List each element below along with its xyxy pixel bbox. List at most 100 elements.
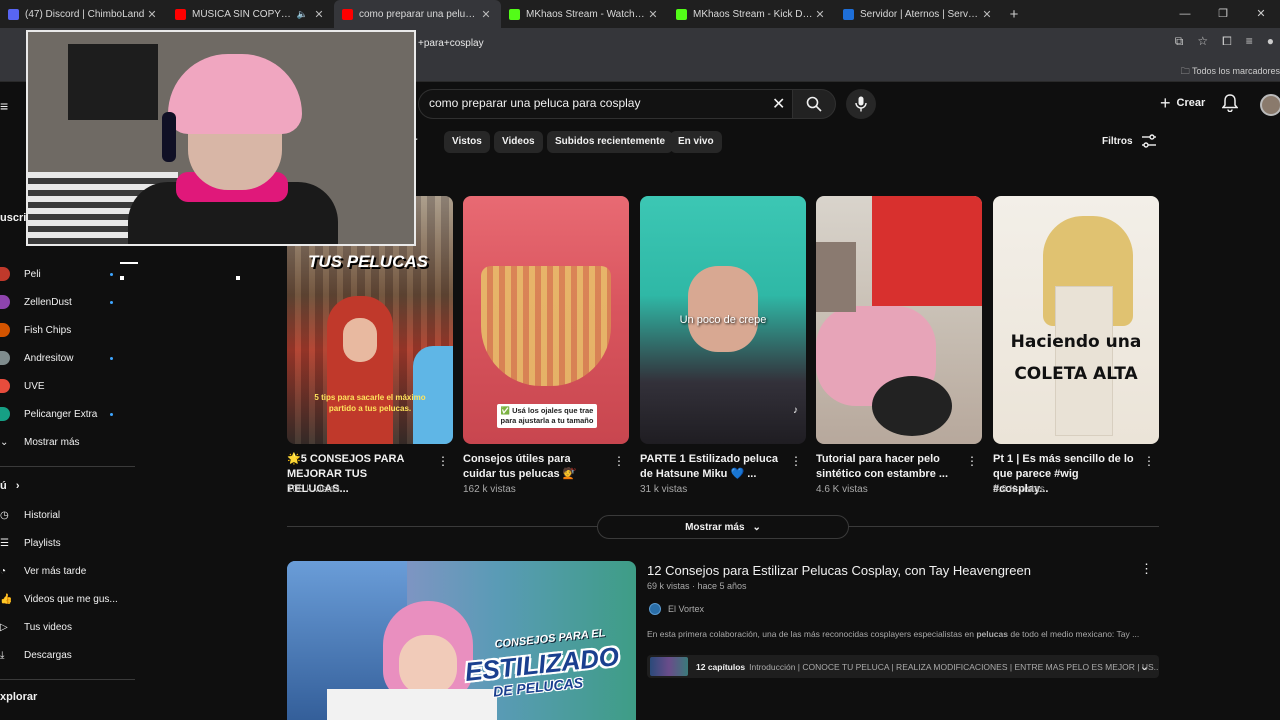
short-card[interactable]: Tutorial para hacer pelo sintético con e… (816, 196, 982, 495)
short-card[interactable]: ✅ Usá los ojales que trae para ajustarla… (463, 196, 629, 495)
more-options-icon[interactable]: ⋮ (1143, 454, 1155, 468)
face-shape (688, 266, 758, 352)
short-thumbnail[interactable]: Un poco de crepe ♪ (640, 196, 806, 444)
sidebar-item-uve[interactable]: UVE (0, 375, 45, 397)
profile-avatar-icon[interactable]: ● (1267, 34, 1274, 49)
create-button[interactable]: + Crear (1150, 90, 1215, 116)
browser-tab-kick-live[interactable]: MKhaos Stream - Watch Live on Kick ✕ (501, 0, 668, 28)
close-tab-icon[interactable]: ✕ (312, 8, 326, 21)
short-views: 5.9 K vistas (993, 484, 1045, 495)
menu-icon[interactable]: ≡ (0, 98, 8, 114)
download-icon: ⤓ (0, 649, 5, 661)
chevron-down-icon[interactable]: ⌄ (1140, 660, 1149, 673)
tiktok-logo-icon: ♪ (793, 405, 798, 416)
more-options-icon[interactable]: ⋮ (1140, 561, 1153, 577)
channel-avatar (0, 295, 10, 309)
thumbnail-caption: Un poco de crepe (679, 314, 767, 326)
minimize-icon[interactable]: — (1166, 0, 1204, 28)
microphone-icon (855, 96, 867, 112)
video-title[interactable]: 12 Consejos para Estilizar Pelucas Cospl… (647, 563, 1031, 578)
sidebar-item-downloads[interactable]: ⤓ Descargas (0, 644, 72, 666)
show-more-label: Mostrar más (24, 436, 80, 448)
close-tab-icon[interactable]: ✕ (813, 8, 827, 21)
chip-recent-uploads[interactable]: Subidos recientemente (547, 131, 674, 153)
show-more-shorts-button[interactable]: Mostrar más ⌄ (597, 515, 849, 539)
media-controls-icon[interactable]: ≡ (1246, 34, 1253, 49)
close-tab-icon[interactable]: ✕ (479, 8, 493, 21)
more-options-icon[interactable]: ⋮ (966, 454, 978, 468)
browser-tab-kick-dashboard[interactable]: MKhaos Stream - Kick Dashboard ✕ (668, 0, 835, 28)
close-tab-icon[interactable]: ✕ (980, 8, 994, 21)
user-avatar[interactable] (1260, 94, 1280, 116)
sidebar-item-andresitow[interactable]: Andresitow (0, 347, 113, 369)
sidebar-item-pelicanger-extra[interactable]: Pelicanger Extra (0, 403, 113, 425)
new-content-dot (110, 413, 113, 416)
speaker-muted-icon[interactable]: 🔈 (297, 9, 308, 20)
browser-tab-aternos[interactable]: Servidor | Aternos | Servidor de Minecra… (835, 0, 1002, 28)
voice-search-button[interactable] (846, 89, 876, 119)
clear-search-icon[interactable]: ✕ (772, 94, 785, 114)
extensions-icon[interactable]: ⧠ (1222, 34, 1232, 49)
cast-icon[interactable]: ⧉ (1175, 34, 1184, 49)
search-button[interactable] (792, 89, 836, 119)
short-thumbnail[interactable]: ✅ Usá los ojales que trae para ajustarla… (463, 196, 629, 444)
browser-tab-youtube-search[interactable]: como preparar una peluca para cosplay ✕ (334, 0, 501, 28)
chapters-list: Introducción | CONOCE TU PELUCA | REALIZ… (749, 661, 1159, 672)
short-card[interactable]: Un poco de crepe ♪ PARTE 1 Estilizado pe… (640, 196, 806, 495)
chip-vistos[interactable]: Vistos (444, 131, 490, 153)
channel-name: ZellenDust (24, 296, 72, 308)
headphone-shape (162, 112, 176, 162)
bookmark-star-icon[interactable]: ☆ (1197, 34, 1208, 49)
plus-icon: + (1160, 92, 1171, 113)
sidebar-item-fish-chips[interactable]: Fish Chips (0, 319, 71, 341)
close-window-icon[interactable]: ✕ (1242, 0, 1280, 28)
more-options-icon[interactable]: ⋮ (790, 454, 802, 468)
close-tab-icon[interactable]: ✕ (646, 8, 660, 21)
sidebar-item-watch-later[interactable]: ◔ Ver más tarde (0, 560, 86, 582)
dark-poster-shape (68, 44, 158, 120)
description-highlight: pelucas (976, 629, 1008, 639)
notifications-bell-icon[interactable] (1222, 94, 1238, 112)
browser-tab-discord[interactable]: (47) Discord | ChimboLand ✕ (0, 0, 167, 28)
short-title[interactable]: Consejos útiles para cuidar tus pelucas … (463, 452, 605, 482)
more-options-icon[interactable]: ⋮ (437, 454, 449, 468)
sidebar-item-your-videos[interactable]: ▷ Tus videos (0, 616, 72, 638)
chapters-row[interactable]: 12 capítulos Introducción | CONOCE TU PE… (647, 655, 1159, 678)
video-thumbnail[interactable]: CONSEJOS PARA EL ESTILIZADO DE PELUCAS (287, 561, 636, 720)
sidebar-item-peli[interactable]: Peli (0, 263, 113, 285)
new-content-dot (110, 301, 113, 304)
sidebar-item-liked-videos[interactable]: 👍 Videos que me gus... (0, 588, 118, 610)
sidebar-show-more[interactable]: ⌄ Mostrar más (0, 431, 80, 453)
url-text[interactable]: +para+cosplay (418, 38, 484, 49)
window-controls: — ❐ ✕ (1166, 0, 1280, 28)
short-thumbnail[interactable] (816, 196, 982, 444)
maximize-icon[interactable]: ❐ (1204, 0, 1242, 28)
short-card[interactable]: Haciendo una COLETA ALTA Pt 1 | Es más s… (993, 196, 1159, 495)
red-brush-shape (872, 196, 982, 306)
close-tab-icon[interactable]: ✕ (145, 8, 159, 21)
short-thumbnail[interactable]: Haciendo una COLETA ALTA (993, 196, 1159, 444)
browser-tab-music[interactable]: MÚSICA SIN COPYRIGHT 🔈 ✕ (167, 0, 334, 28)
filters-button[interactable]: Filtros (1102, 134, 1157, 148)
more-options-icon[interactable]: ⋮ (613, 454, 625, 468)
description-text: de todo el medio mexicano: Tay ... (1007, 629, 1140, 639)
all-bookmarks-link[interactable]: 🗀 Todos los marcadores (1181, 64, 1280, 80)
sidebar-item-label: Tus videos (24, 621, 72, 633)
screen-artifact (120, 262, 138, 264)
tab-title: como preparar una peluca para cosplay (359, 8, 479, 20)
sidebar-item-history[interactable]: ◷ Historial (0, 504, 60, 526)
chevron-down-icon: ⌄ (0, 436, 9, 448)
short-title[interactable]: Tutorial para hacer pelo sintético con e… (816, 452, 958, 482)
new-tab-button[interactable]: + (1002, 6, 1026, 23)
browser-tab-bar: (47) Discord | ChimboLand ✕ MÚSICA SIN C… (0, 0, 1280, 28)
chip-live[interactable]: En vivo (670, 131, 722, 153)
search-input[interactable]: como preparar una peluca para cosplay (429, 96, 640, 110)
chip-videos[interactable]: Videos (494, 131, 543, 153)
channel-link[interactable]: El Vortex (649, 603, 704, 615)
short-title[interactable]: PARTE 1 Estilizado peluca de Hatsune Mik… (640, 452, 782, 482)
sidebar-item-zellendust[interactable]: ZellenDust (0, 291, 113, 313)
new-content-dot (110, 273, 113, 276)
you-header[interactable]: ú › (0, 480, 20, 492)
aternos-favicon-icon (843, 8, 854, 20)
sidebar-item-playlists[interactable]: ☰ Playlists (0, 532, 61, 554)
